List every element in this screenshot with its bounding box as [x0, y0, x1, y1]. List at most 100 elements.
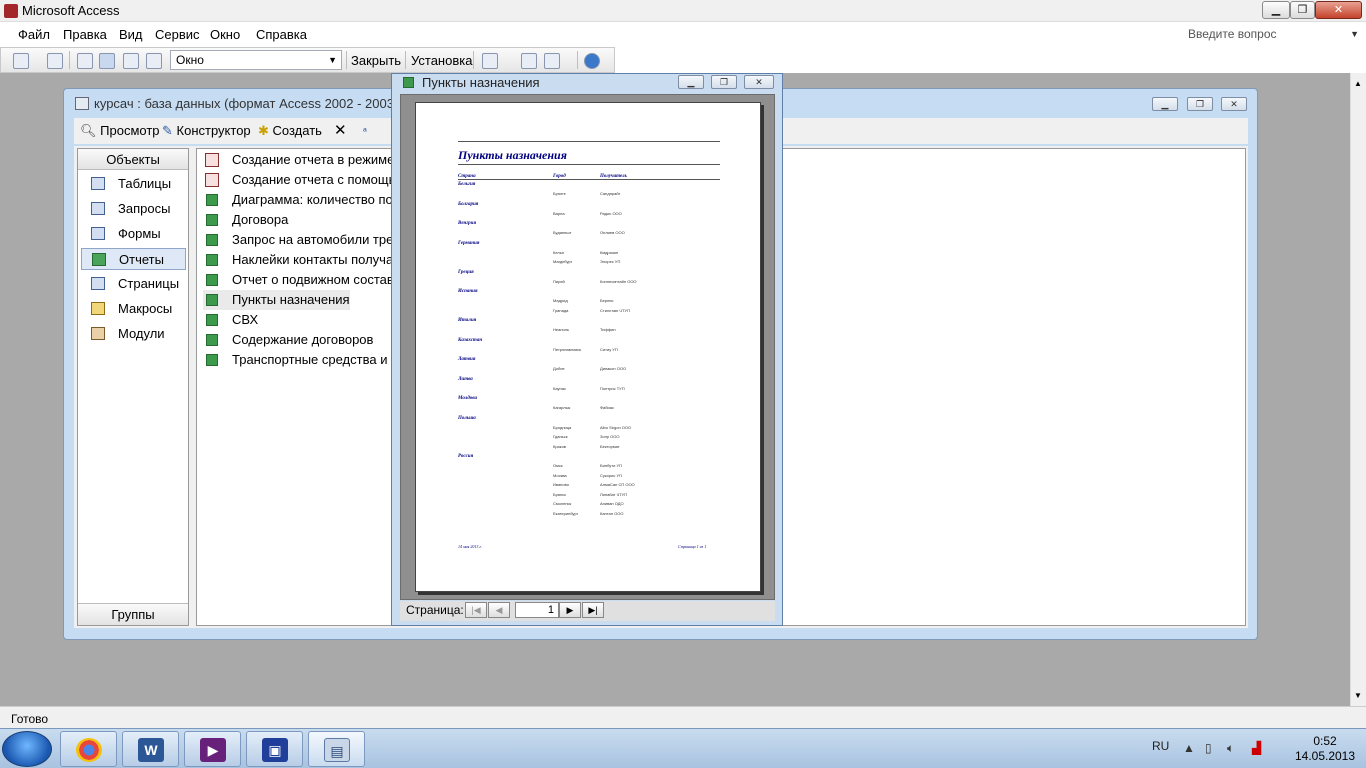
taskbar-word[interactable]: W — [122, 731, 179, 767]
last-page-button[interactable]: ▶| — [582, 602, 604, 618]
new-object-icon[interactable] — [544, 53, 560, 69]
list-item[interactable]: Наклейки контакты получате — [203, 250, 406, 270]
list-item[interactable]: Содержание договоров — [203, 330, 373, 350]
object-reports[interactable]: Отчеты — [81, 248, 186, 270]
design-view-icon[interactable] — [13, 53, 29, 69]
close-preview-button[interactable]: Закрыть — [351, 53, 401, 68]
list-item[interactable]: Договора — [203, 210, 288, 230]
restore-button[interactable]: ❐ — [1290, 1, 1315, 19]
previous-page-button[interactable]: ◀ — [488, 602, 510, 618]
page-number-input[interactable]: 1 — [515, 602, 559, 618]
groups-header[interactable]: Группы — [78, 603, 188, 625]
language-indicator[interactable]: RU — [1152, 739, 1169, 753]
menu-view[interactable]: Вид — [119, 27, 143, 42]
menu-help[interactable]: Справка — [256, 27, 307, 42]
chevron-down-icon[interactable]: ▼ — [1350, 24, 1359, 44]
wizard-icon — [205, 153, 219, 167]
preview-minimize-button[interactable]: ▁ — [678, 75, 704, 89]
preview-close-button[interactable]: ✕ — [744, 75, 774, 89]
chevron-down-icon[interactable]: ▼ — [328, 51, 337, 69]
help-search-input[interactable]: Введите вопрос ▼ — [1185, 24, 1365, 44]
report-name: Создание отчета в режиме ко — [232, 152, 411, 167]
minimize-button[interactable]: ▁ — [1262, 1, 1290, 19]
vertical-scrollbar[interactable]: ▲ ▼ — [1350, 73, 1366, 706]
status-bar: Готово — [0, 706, 1366, 728]
list-item[interactable]: Создание отчета с помощью — [203, 170, 405, 190]
object-macros[interactable]: Макросы — [81, 298, 186, 320]
menu-edit[interactable]: Правка — [63, 27, 107, 42]
object-queries[interactable]: Запросы — [81, 198, 186, 220]
one-page-icon[interactable] — [99, 53, 115, 69]
volume-icon[interactable]: 🔈︎ — [1227, 741, 1234, 756]
report-country: Латвия — [458, 357, 476, 362]
report-recipient: Линабат ЧТУП — [600, 491, 628, 497]
create-label: Создать — [272, 123, 322, 138]
db-close-button[interactable]: ✕ — [1221, 97, 1247, 111]
clock[interactable]: 0:52 14.05.2013 — [1290, 734, 1360, 764]
preview-icon: 🔍︎ — [80, 123, 97, 138]
show-hidden-icons-icon[interactable]: ▲ — [1183, 741, 1195, 755]
network-icon[interactable]: ▟ — [1252, 741, 1261, 755]
object-pages[interactable]: Страницы — [81, 273, 186, 295]
next-page-button[interactable]: ▶ — [559, 602, 581, 618]
list-item-selected[interactable]: Пункты назначения — [203, 290, 350, 310]
menu-window[interactable]: Окно — [210, 27, 240, 42]
start-button[interactable] — [2, 731, 52, 767]
report-recipient: Аниван ОДО — [600, 501, 624, 506]
create-button[interactable]: ✱ Создать — [258, 123, 322, 139]
list-item[interactable]: Запрос на автомобили требу — [203, 230, 407, 250]
report-recipient: Сандпрайт — [600, 191, 621, 196]
list-item[interactable]: Создание отчета в режиме ко — [203, 150, 411, 170]
menu-tools[interactable]: Сервис — [155, 27, 200, 42]
list-item[interactable]: Транспортные средства и вод — [203, 350, 412, 370]
preview-restore-button[interactable]: ❐ — [711, 75, 737, 89]
window-zoom-combo[interactable]: Окно ▼ — [170, 50, 342, 70]
report-recipient: Тиффин — [600, 327, 616, 332]
zoom-icon[interactable] — [77, 53, 93, 69]
preview-button[interactable]: 🔍︎ Просмотр — [80, 123, 160, 139]
taskbar-save-app[interactable]: ▣ — [246, 731, 303, 767]
report-name: Транспортные средства и вод — [232, 352, 413, 367]
battery-icon[interactable]: ▯ — [1205, 741, 1212, 755]
db-minimize-button[interactable]: ▁ — [1152, 97, 1178, 111]
report-icon — [206, 354, 218, 366]
database-icon — [75, 97, 89, 110]
two-pages-icon[interactable] — [123, 53, 139, 69]
windows-stack-icon: ▤ — [324, 738, 350, 762]
design-button[interactable]: ✎ Конструктор — [162, 123, 251, 139]
help-icon[interactable] — [584, 53, 600, 69]
office-links-icon[interactable] — [482, 53, 498, 69]
list-item[interactable]: Отчет о подвижном составе — [203, 270, 401, 290]
object-tables[interactable]: Таблицы — [81, 173, 186, 195]
word-icon: W — [138, 738, 164, 762]
scroll-down-icon[interactable]: ▼ — [1354, 691, 1362, 700]
db-restore-button[interactable]: ❐ — [1187, 97, 1213, 111]
list-item[interactable]: Диаграмма: количество поез — [203, 190, 406, 210]
report-name: СВХ — [232, 312, 259, 327]
report-page[interactable]: Пункты назначения Страна Город Получател… — [415, 102, 761, 592]
menu-file[interactable]: Файл — [18, 27, 50, 42]
multiple-pages-icon[interactable] — [146, 53, 162, 69]
taskbar-chrome[interactable] — [60, 731, 117, 767]
first-page-button[interactable]: |◀ — [465, 602, 487, 618]
object-modules[interactable]: Модули — [81, 323, 186, 345]
chrome-icon — [76, 738, 102, 762]
objects-header[interactable]: Объекты — [78, 149, 188, 170]
report-city: Екатеринбург — [553, 510, 579, 516]
windows-taskbar: W ▶ ▣ ▤ RU ▲ ▯ 🔈︎ ▟ 0:52 14.05.2013 — [0, 728, 1366, 768]
close-button[interactable]: ✕ — [1315, 1, 1362, 19]
list-item[interactable]: СВХ — [203, 310, 258, 330]
database-window-icon[interactable] — [521, 53, 537, 69]
app-title-bar: Microsoft Access ▁ ❐ ✕ — [0, 0, 1366, 22]
object-forms[interactable]: Формы — [81, 223, 186, 245]
large-icons-icon[interactable]: ₐ — [363, 123, 367, 134]
page-setup-button[interactable]: Установка — [411, 53, 472, 68]
delete-icon[interactable]: ✕ — [334, 121, 347, 139]
print-icon[interactable] — [47, 53, 63, 69]
taskbar-visual-studio[interactable]: ▶ — [184, 731, 241, 767]
report-recipient: Ситиу УП — [600, 346, 618, 352]
scroll-up-icon[interactable]: ▲ — [1354, 79, 1362, 88]
report-country: Болгария — [458, 201, 479, 207]
report-city: Гданьск — [553, 434, 568, 439]
taskbar-access[interactable]: ▤ — [308, 731, 365, 767]
